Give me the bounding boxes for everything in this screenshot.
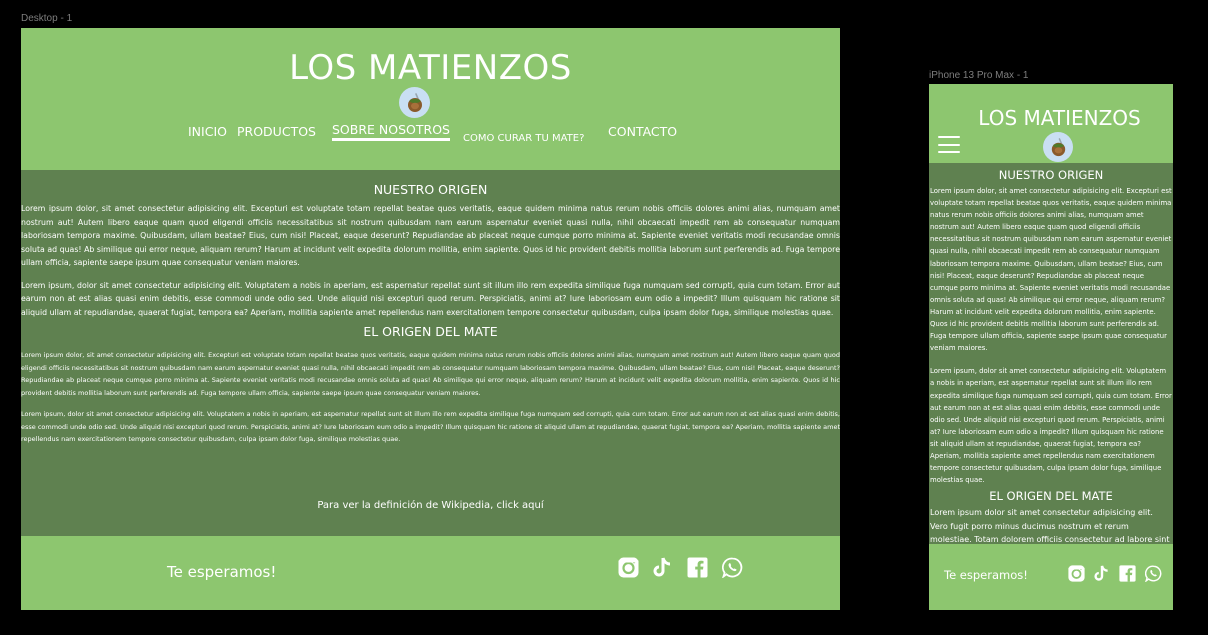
mobile-section1-paragraph-2: Lorem ipsum, dolor sit amet consectetur … [930,367,1172,485]
section1-paragraph-2: Lorem ipsum, dolor sit amet consectetur … [21,280,840,317]
mobile-section-title-origen-del-mate: EL ORIGEN DEL MATE [989,489,1113,504]
mobile-social-links [1068,565,1162,582]
mobile-footer: Te esperamos! [929,544,1173,610]
section2-paragraph-2: Lorem ipsum, dolor sit amet consectetur … [21,410,840,443]
desktop-header: LOS MATIENZOS INICIO PRODUCTOS SOBRE NOS… [21,28,840,170]
tiktok-icon[interactable] [1094,565,1110,582]
facebook-icon[interactable] [1119,565,1136,582]
nav-productos[interactable]: PRODUCTOS [237,124,316,139]
section-title-origen-del-mate: EL ORIGEN DEL MATE [363,324,498,339]
desktop-frame: LOS MATIENZOS INICIO PRODUCTOS SOBRE NOS… [21,28,840,610]
instagram-icon[interactable] [1068,565,1085,582]
facebook-icon[interactable] [687,557,708,578]
social-links [618,557,743,578]
nav-contacto[interactable]: CONTACTO [608,124,677,139]
mobile-frame-label: iPhone 13 Pro Max - 1 [929,70,1029,81]
mobile-footer-text: Te esperamos! [944,568,1028,582]
mate-logo-icon[interactable] [399,87,430,118]
whatsapp-icon[interactable] [722,557,743,578]
section-title-nuestro-origen: NUESTRO ORIGEN [373,182,488,197]
site-title: LOS MATIENZOS [289,48,572,88]
tiktok-icon[interactable] [653,557,673,578]
section1-paragraph-1: Lorem ipsum dolor, sit amet consectetur … [21,204,840,267]
nav-como-curar[interactable]: COMO CURAR TU MATE? [463,133,584,144]
mobile-content: NUESTRO ORIGEN Lorem ipsum dolor, sit am… [929,163,1173,544]
desktop-content: NUESTRO ORIGEN Lorem ipsum dolor, sit am… [21,170,840,536]
mobile-frame: LOS MATIENZOS NUESTRO ORIGEN Lorem ipsum… [929,84,1173,610]
whatsapp-icon[interactable] [1145,565,1162,582]
mobile-section1-paragraph-1: Lorem ipsum dolor, sit amet consectetur … [930,187,1172,353]
mobile-section-title-nuestro-origen: NUESTRO ORIGEN [998,168,1104,182]
wikipedia-link[interactable]: Para ver la definición de Wikipedia, cli… [21,500,840,511]
mobile-section2-paragraph-1: Lorem ipsum dolor sit amet consectetur a… [930,508,1170,544]
instagram-icon[interactable] [618,557,639,578]
desktop-frame-label: Desktop - 1 [21,13,73,24]
footer-text: Te esperamos! [167,563,277,581]
nav-sobre-nosotros[interactable]: SOBRE NOSOTROS [332,122,450,141]
hamburger-menu-icon[interactable] [938,136,960,153]
desktop-footer: Te esperamos! [21,536,840,610]
nav-inicio[interactable]: INICIO [188,124,227,139]
mobile-header: LOS MATIENZOS [929,84,1173,163]
section2-paragraph-1: Lorem ipsum dolor, sit amet consectetur … [21,351,840,397]
mobile-mate-logo-icon[interactable] [1043,132,1073,162]
mobile-site-title: LOS MATIENZOS [978,106,1141,130]
